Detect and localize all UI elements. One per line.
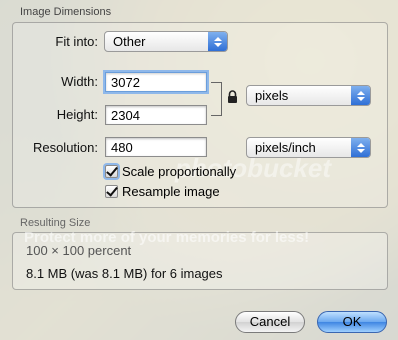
resample-image-label: Resample image xyxy=(122,184,220,199)
height-label: Height: xyxy=(56,107,98,122)
popup-arrows-icon xyxy=(351,86,370,105)
scale-proportionally-label: Scale proportionally xyxy=(122,164,237,179)
result-size: 8.1 MB (was 8.1 MB) for 6 images xyxy=(26,266,223,281)
size-unit-value: pixels xyxy=(255,88,289,103)
resolution-label: Resolution: xyxy=(32,140,98,155)
width-label: Width: xyxy=(61,74,98,89)
result-percent: 100 × 100 percent xyxy=(26,243,132,258)
section-title-image-dimensions: Image Dimensions xyxy=(20,6,112,18)
resolution-field[interactable]: 480 xyxy=(105,137,207,157)
popup-arrows-icon xyxy=(208,32,227,51)
checkmark-icon xyxy=(105,185,118,198)
size-unit-popup[interactable]: pixels xyxy=(246,85,371,106)
resolution-unit-popup[interactable]: pixels/inch xyxy=(246,137,371,158)
width-field[interactable]: 3072 xyxy=(105,72,207,92)
height-field[interactable]: 2304 xyxy=(105,105,207,125)
scale-proportionally-checkbox[interactable]: Scale proportionally xyxy=(105,164,236,179)
resample-image-checkbox[interactable]: Resample image xyxy=(105,184,220,199)
section-title-resulting-size: Resulting Size xyxy=(20,217,91,229)
fit-into-value: Other xyxy=(113,34,146,49)
lock-icon xyxy=(228,90,237,103)
fit-into-label: Fit into: xyxy=(55,34,98,49)
popup-arrows-icon xyxy=(351,138,370,157)
cancel-button[interactable]: Cancel xyxy=(235,311,305,333)
ok-button[interactable]: OK xyxy=(317,311,387,333)
fit-into-popup[interactable]: Other xyxy=(104,31,228,52)
resolution-unit-value: pixels/inch xyxy=(255,140,316,155)
checkmark-icon xyxy=(105,165,118,178)
proportion-link-bracket xyxy=(211,82,222,116)
